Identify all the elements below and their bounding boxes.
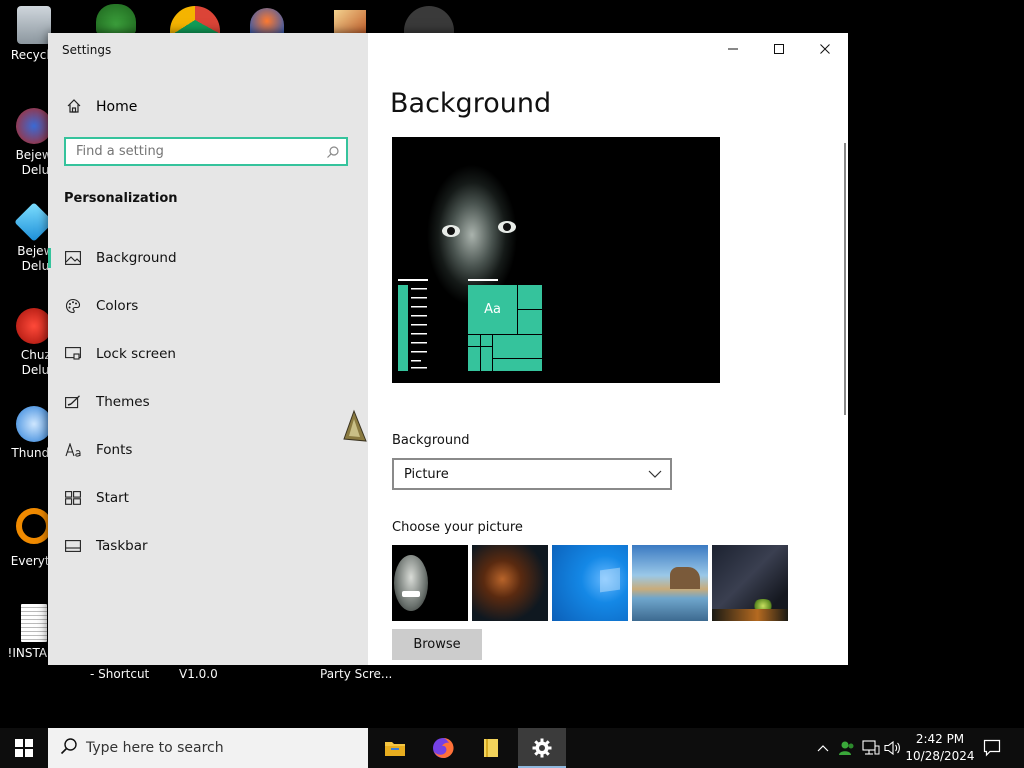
taskbar-file-explorer[interactable] xyxy=(371,728,419,768)
sidebar-item-fonts[interactable]: Fonts xyxy=(48,426,368,474)
desktop-label-party: Party Scre... xyxy=(320,667,393,681)
settings-window: Settings Home Personalization Background xyxy=(48,33,848,665)
desktop-icon-people[interactable] xyxy=(96,4,136,34)
palette-icon xyxy=(64,297,82,315)
picture-icon xyxy=(64,249,82,267)
picture-thumbnails xyxy=(392,545,792,621)
window-title: Settings xyxy=(62,43,112,57)
clock-date: 10/28/2024 xyxy=(905,749,975,763)
desktop-label-shortcut: - Shortcut xyxy=(90,667,150,681)
picture-thumbnail-night-sky[interactable] xyxy=(712,545,788,621)
preview-tile-aa: Aa xyxy=(484,302,501,317)
taskbar-notes[interactable] xyxy=(467,728,515,768)
sidebar-item-label: Colors xyxy=(96,298,139,314)
sidebar-item-start[interactable]: Start xyxy=(48,474,368,522)
firefox-icon xyxy=(433,737,454,758)
text-file-icon xyxy=(21,604,47,642)
find-setting-input[interactable] xyxy=(66,139,316,164)
thunderbird-icon xyxy=(16,406,52,442)
sidebar-item-label: Start xyxy=(96,490,129,506)
recycle-bin-icon xyxy=(17,6,51,44)
taskbar-firefox[interactable] xyxy=(419,728,467,768)
action-center-button[interactable] xyxy=(980,728,1004,768)
preview-tile-header xyxy=(468,279,498,281)
taskbar-settings[interactable] xyxy=(518,728,566,768)
search-icon xyxy=(60,737,78,759)
tray-show-hidden-icons[interactable] xyxy=(814,728,832,768)
gear-icon xyxy=(532,738,552,758)
start-icon xyxy=(64,489,82,507)
home-nav-item[interactable]: Home xyxy=(66,96,137,118)
sidebar: Settings Home Personalization Background xyxy=(48,33,368,665)
desktop-preview: Aa xyxy=(392,137,720,383)
sidebar-item-colors[interactable]: Colors xyxy=(48,282,368,330)
personalization-nav: Background Colors Lock screen Themes Fon… xyxy=(48,234,368,570)
desktop-icon-app-orange[interactable] xyxy=(250,8,284,34)
taskbar-search-placeholder: Type here to search xyxy=(86,740,224,756)
background-type-value: Picture xyxy=(404,466,449,482)
clock-time: 2:42 PM xyxy=(915,732,965,746)
busy-cursor-icon xyxy=(342,409,368,447)
desktop-icon-app-monitor[interactable] xyxy=(404,6,454,34)
sidebar-item-background[interactable]: Background xyxy=(48,234,368,282)
desktop-icon-app-book[interactable] xyxy=(334,10,366,34)
sidebar-item-taskbar[interactable]: Taskbar xyxy=(48,522,368,570)
fonts-icon xyxy=(64,441,82,459)
windows-logo-icon xyxy=(15,739,33,757)
main-content: Background Aa Background Picture Choose … xyxy=(368,33,848,665)
chuzzle-icon xyxy=(16,308,52,344)
people-icon xyxy=(839,741,854,755)
sidebar-item-lock-screen[interactable]: Lock screen xyxy=(48,330,368,378)
page-title: Background xyxy=(390,88,552,119)
find-setting-search[interactable] xyxy=(64,137,348,166)
home-icon xyxy=(66,98,84,116)
picture-thumbnail-windows[interactable] xyxy=(552,545,628,621)
taskbar: Type here to search 2:42 PM 10/28/2024 xyxy=(0,728,1024,768)
search-icon[interactable] xyxy=(326,144,340,163)
preview-start-list xyxy=(398,279,428,371)
tray-network[interactable] xyxy=(860,728,882,768)
bejeweled-icon xyxy=(16,108,52,144)
taskbar-icon xyxy=(64,537,82,555)
desktop-icon-chrome[interactable] xyxy=(170,6,220,34)
choose-picture-label: Choose your picture xyxy=(392,520,523,535)
picture-thumbnail-creature[interactable] xyxy=(472,545,548,621)
browse-button[interactable]: Browse xyxy=(392,629,482,660)
taskbar-clock[interactable]: 2:42 PM 10/28/2024 xyxy=(900,731,980,765)
picture-thumbnail-face[interactable] xyxy=(392,545,468,621)
chevron-down-icon xyxy=(638,468,662,484)
sidebar-item-label: Lock screen xyxy=(96,346,176,362)
sidebar-item-themes[interactable]: Themes xyxy=(48,378,368,426)
everything-search-icon xyxy=(16,508,52,544)
tray-people[interactable] xyxy=(836,728,858,768)
sidebar-item-label: Background xyxy=(96,250,177,266)
desktop-label-version: V1.0.0 xyxy=(179,667,218,681)
section-title: Personalization xyxy=(64,191,178,206)
folder-icon xyxy=(385,742,405,756)
themes-icon xyxy=(64,393,82,411)
home-label: Home xyxy=(96,99,138,115)
chevron-up-icon xyxy=(817,745,829,752)
lock-screen-icon xyxy=(64,345,82,363)
sidebar-item-label: Taskbar xyxy=(96,538,148,554)
notification-icon xyxy=(983,739,1001,757)
sidebar-item-label: Fonts xyxy=(96,442,133,458)
network-icon xyxy=(862,740,880,755)
notes-icon xyxy=(484,739,498,757)
taskbar-search-box[interactable]: Type here to search xyxy=(48,728,368,768)
content-scrollbar[interactable] xyxy=(844,143,846,415)
sidebar-item-label: Themes xyxy=(96,394,150,410)
start-button[interactable] xyxy=(0,728,48,768)
background-dropdown-label: Background xyxy=(392,433,470,448)
background-type-dropdown[interactable]: Picture xyxy=(392,458,672,490)
picture-thumbnail-beach[interactable] xyxy=(632,545,708,621)
preview-start-tiles: Aa xyxy=(468,285,542,371)
